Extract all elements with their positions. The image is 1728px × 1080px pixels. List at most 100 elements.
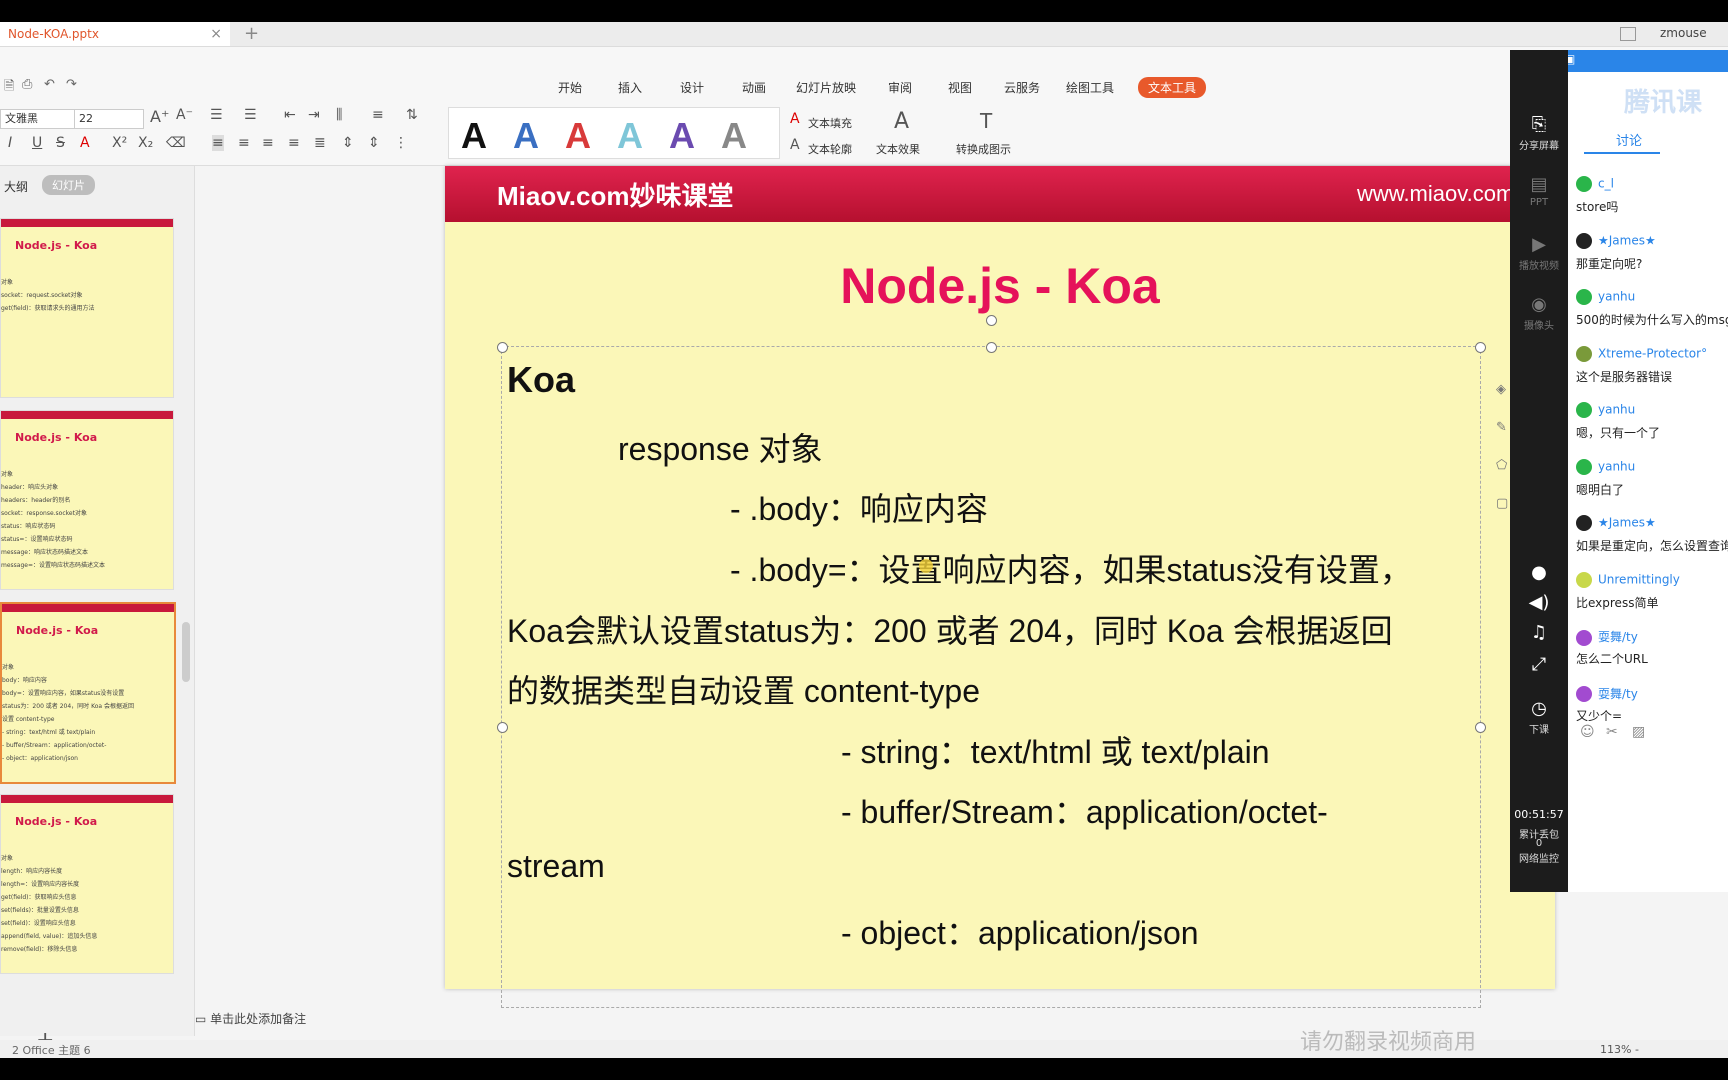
user-name[interactable]: zmouse [1660, 22, 1707, 44]
resize-handle[interactable] [1475, 722, 1486, 733]
slide-thumbnail[interactable]: Node.js - Koa 对象 header：响应头对象 headers：heade… [0, 410, 174, 590]
justify-icon[interactable]: ≡ [288, 135, 300, 151]
slide-canvas[interactable]: Miaov.com妙味课堂 www.miaov.com Node.js - Ko… [445, 166, 1555, 1008]
clear-format-icon[interactable]: ⌫ [166, 135, 186, 151]
convert-graphic-icon[interactable]: T [980, 109, 992, 133]
paragraph-spacing-icon[interactable]: ⇕ [342, 135, 354, 151]
emoji-icon[interactable]: ☺ [1580, 724, 1595, 740]
strikethrough-icon[interactable]: S [56, 135, 65, 151]
line-spacing-icon[interactable]: ≡ [372, 107, 384, 123]
text-style-5[interactable]: A [669, 116, 695, 156]
ppt-button[interactable]: ▤ PPT [1510, 174, 1568, 208]
menu-tab[interactable]: 云服务 [1004, 79, 1040, 96]
text-style-2[interactable]: A [513, 116, 539, 156]
close-tab-icon[interactable]: × [210, 22, 222, 46]
chat-username[interactable]: ★James★ [1576, 515, 1656, 531]
document-tab[interactable]: Node-KOA.pptx × [0, 22, 230, 46]
rotate-handle[interactable] [986, 315, 997, 326]
slide-thumbnail[interactable]: Node.js - Koa 对象 length：响应内容长度 length=：设置响应… [0, 794, 174, 974]
mic-button[interactable]: ● [1510, 562, 1568, 585]
chat-username[interactable]: yanhu [1576, 458, 1635, 475]
menu-tab[interactable]: 幻灯片放映 [796, 79, 856, 96]
slide-thumbnail[interactable]: Node.js - Koa 对象 socket：request.socket对象 ge… [0, 218, 174, 398]
text-style-6[interactable]: A [721, 116, 747, 156]
text-outline-icon[interactable]: A [790, 137, 800, 153]
align-center-icon[interactable]: ≡ [238, 135, 250, 151]
underline-icon[interactable]: U [32, 135, 42, 151]
grow-font-icon[interactable]: A⁺ [150, 107, 169, 126]
menu-tab[interactable]: 文本工具 [1138, 77, 1207, 98]
shrink-font-icon[interactable]: A⁻ [176, 107, 193, 123]
print-icon[interactable]: ⎙ [22, 77, 32, 92]
resize-handle[interactable] [986, 342, 997, 353]
indent-decrease-icon[interactable]: ⇤ [284, 107, 296, 123]
distribute-icon[interactable]: ≣ [314, 135, 326, 151]
music-button[interactable]: ♫ [1510, 622, 1568, 645]
chat-username[interactable]: 耍舞/ty [1576, 685, 1638, 702]
resize-handle[interactable] [1475, 342, 1486, 353]
text-fill-icon[interactable]: A [790, 111, 800, 127]
italic-icon[interactable]: I [8, 135, 12, 151]
font-name-select[interactable]: 文雅黑 [0, 109, 76, 129]
columns-icon[interactable]: ⫼ [336, 107, 342, 123]
new-tab-icon[interactable]: + [244, 22, 259, 46]
paragraph-settings-icon[interactable]: ⋮ [394, 135, 408, 151]
slides-tab[interactable]: 幻灯片 [42, 175, 95, 195]
end-class-button[interactable]: ◷ 下课 [1510, 698, 1568, 736]
share-screen-button[interactable]: ⎘ 分享屏幕 [1510, 114, 1568, 152]
play-video-button[interactable]: ▶ 播放视频 [1510, 234, 1568, 272]
resize-handle[interactable] [497, 342, 508, 353]
scissors-icon[interactable]: ✂ [1606, 724, 1618, 740]
slide-title[interactable]: Node.js - Koa [445, 257, 1555, 315]
chat-username[interactable]: 耍舞/ty [1576, 628, 1638, 646]
save-icon[interactable]: 🗎 [4, 77, 14, 99]
superscript-icon[interactable]: X² [112, 135, 127, 151]
chat-username[interactable]: yanhu [1576, 289, 1635, 305]
menu-tab[interactable]: 动画 [742, 79, 766, 96]
menu-tab[interactable]: 开始 [558, 79, 582, 96]
window-icon[interactable] [1620, 27, 1636, 41]
menu-tab[interactable]: 绘图工具 [1066, 79, 1114, 96]
panel-scrollbar[interactable] [182, 622, 190, 682]
image-icon[interactable]: ▨ [1632, 724, 1645, 740]
numbering-icon[interactable]: ☰ [244, 107, 257, 123]
redo-icon[interactable]: ↷ [66, 77, 77, 92]
text-fill-button[interactable]: 文本填充 [808, 115, 852, 131]
resize-handle[interactable] [497, 722, 508, 733]
text-style-1[interactable]: A [461, 116, 487, 156]
notes-area[interactable]: ▭ 单击此处添加备注 [195, 1010, 306, 1027]
indent-increase-icon[interactable]: ⇥ [308, 107, 320, 123]
speaker-button[interactable]: ◀) [1510, 592, 1568, 615]
chat-username[interactable]: c_l [1576, 176, 1614, 192]
text-effect-button[interactable]: 文本效果 [876, 141, 920, 157]
outline-tab[interactable]: 大纲 [4, 178, 28, 195]
menu-tab[interactable]: 审阅 [888, 79, 912, 96]
text-effect-icon[interactable]: A [894, 109, 909, 134]
subscript-icon[interactable]: X₂ [138, 135, 153, 151]
zoom-level[interactable]: 113% - [1600, 1043, 1639, 1056]
thumbnail-line: body：响应内容 [2, 677, 47, 684]
fullscreen-button[interactable]: ⤢ [1510, 654, 1568, 677]
text-style-4[interactable]: A [617, 116, 643, 156]
menu-tab[interactable]: 插入 [618, 79, 642, 96]
slide-thumbnail[interactable]: Node.js - Koa 对象 body：响应内容 body=：设置响应内容，如果s… [0, 602, 176, 784]
chat-username[interactable]: Xtreme-Protector° [1576, 345, 1707, 362]
menu-tab[interactable]: 视图 [948, 79, 972, 96]
text-outline-button[interactable]: 文本轮廓 [808, 141, 852, 157]
text-direction-icon[interactable]: ⇅ [406, 107, 418, 123]
line-spacing-icon-2[interactable]: ⇕ [368, 135, 380, 151]
convert-graphic-button[interactable]: 转换成图示 [956, 141, 1011, 157]
camera-button[interactable]: ◉ 摄像头 [1510, 294, 1568, 332]
chat-username[interactable]: ★James★ [1576, 232, 1656, 249]
chat-username[interactable]: Unremittingly [1576, 571, 1680, 588]
align-left-icon[interactable]: ≡ [212, 135, 224, 151]
menu-tab[interactable]: 设计 [680, 79, 704, 96]
text-style-3[interactable]: A [565, 116, 591, 156]
undo-icon[interactable]: ↶ [44, 77, 55, 92]
font-size-select[interactable]: 22 [74, 109, 144, 129]
bullets-icon[interactable]: ☰ [210, 107, 223, 123]
chat-username[interactable]: yanhu [1576, 402, 1635, 418]
discussion-tab[interactable]: 讨论 [1616, 130, 1642, 149]
align-right-icon[interactable]: ≡ [262, 135, 274, 151]
font-color-icon[interactable]: A [80, 135, 90, 151]
